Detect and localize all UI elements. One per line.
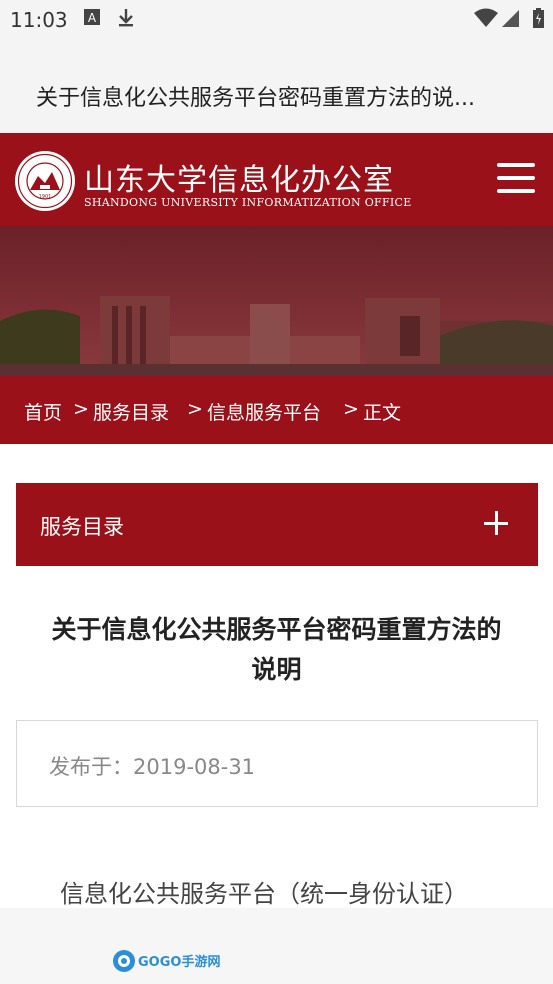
breadcrumb-current: 正文	[363, 402, 402, 424]
university-seal-logo[interactable]: 1901	[14, 150, 76, 212]
service-catalog-label: 服务目录	[40, 515, 124, 539]
svg-text:A: A	[88, 11, 97, 25]
signal-icon	[502, 8, 520, 32]
page-title: 关于信息化公共服务平台密码重置方法的说...	[36, 86, 475, 111]
breadcrumb: 首页 > 服务目录 > 信息服务平台 > 正文	[0, 376, 553, 444]
plus-icon[interactable]	[484, 511, 510, 537]
hamburger-menu-icon[interactable]	[497, 163, 539, 197]
breadcrumb-separator: >	[73, 398, 89, 420]
wifi-icon	[474, 8, 498, 32]
status-bar: 11:03 A	[0, 0, 553, 38]
font-a-icon: A	[84, 8, 100, 30]
breadcrumb-info-platform[interactable]: 信息服务平台	[207, 398, 321, 425]
article-title-line1: 关于信息化公共服务平台密码重置方法的	[51, 615, 502, 644]
seal-year: 1901	[39, 194, 52, 200]
article-body-text: 信息化公共服务平台（统一身份认证）	[60, 880, 468, 908]
site-header: 1901 山东大学信息化办公室 SHANDONG UNIVERSITY INFO…	[0, 133, 553, 226]
watermark-text: GOGO手游网	[138, 954, 220, 970]
article-title-line2: 说明	[251, 655, 302, 684]
breadcrumb-home[interactable]: 首页	[24, 398, 62, 425]
campus-banner-image	[0, 226, 553, 376]
status-time: 11:03	[10, 8, 68, 32]
battery-icon	[533, 8, 544, 32]
publish-info-box: 发布于：2019-08-31	[16, 720, 538, 807]
service-catalog-toggle[interactable]: 服务目录	[16, 483, 538, 566]
breadcrumb-service-catalog[interactable]: 服务目录	[93, 398, 169, 425]
logo-english-title: SHANDONG UNIVERSITY INFORMATIZATION OFFI…	[84, 196, 412, 209]
article-title: 关于信息化公共服务平台密码重置方法的 说明	[20, 610, 533, 690]
page-title-bar: 关于信息化公共服务平台密码重置方法的说...	[0, 38, 553, 134]
logo-chinese-title: 山东大学信息化办公室	[84, 163, 394, 198]
breadcrumb-separator: >	[343, 398, 359, 420]
gogo-watermark-logo: GOGO手游网	[113, 950, 220, 972]
publish-date: 发布于：2019-08-31	[49, 755, 256, 779]
download-icon	[117, 8, 135, 32]
bottom-watermark-area: GOGO手游网	[0, 908, 553, 984]
breadcrumb-separator: >	[187, 398, 203, 420]
